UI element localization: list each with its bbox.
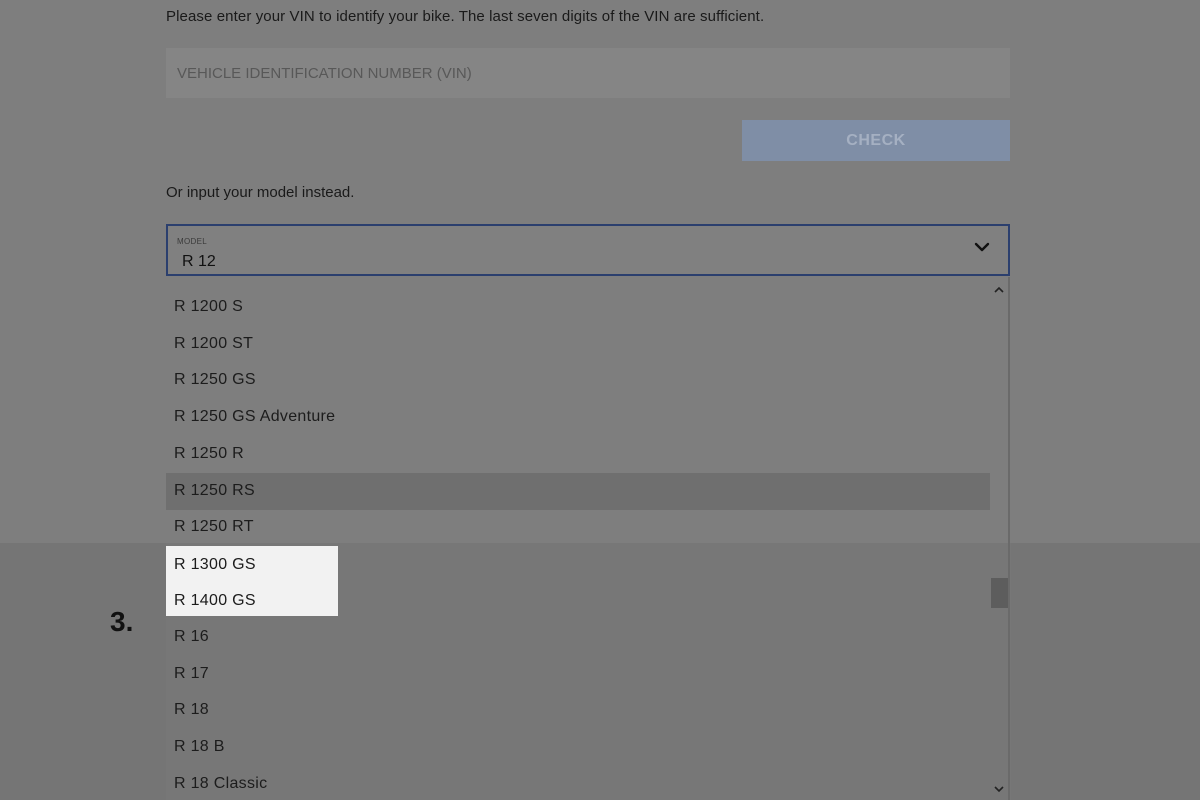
option-item[interactable]: R 1250 RT (166, 509, 990, 546)
option-item-hovered[interactable]: R 1250 RS (166, 473, 990, 510)
step-number: 3. (110, 606, 134, 637)
option-item-highlighted[interactable]: R 1400 GS (174, 583, 256, 619)
option-item[interactable]: R 16 (166, 619, 990, 656)
vin-input[interactable] (166, 48, 1010, 98)
scrollbar-track (1008, 277, 1010, 800)
option-item[interactable]: R 18 B (166, 729, 990, 766)
intro-text: Please enter your VIN to identify your b… (166, 8, 765, 25)
dropdown-scrollbar[interactable] (988, 277, 1011, 800)
model-dropdown-list: R 1200 S R 1200 ST R 1250 GS R 1250 GS A… (166, 277, 1011, 800)
scroll-up-icon[interactable] (991, 283, 1007, 297)
model-label: MODEL (177, 237, 207, 246)
model-select[interactable]: MODEL R 12 (166, 224, 1010, 276)
chevron-down-icon[interactable] (974, 239, 990, 255)
check-button[interactable]: CHECK (742, 120, 1010, 161)
highlighted-options-box: R 1300 GS R 1400 GS (166, 546, 338, 616)
scrollbar-thumb[interactable] (991, 578, 1008, 608)
option-item[interactable]: R 17 (166, 656, 990, 693)
option-item[interactable]: R 18 (166, 692, 990, 729)
option-item[interactable]: R 1200 ST (166, 326, 990, 363)
option-item-highlighted[interactable]: R 1300 GS (174, 547, 256, 583)
option-item[interactable]: R 18 Classic (166, 766, 990, 800)
scroll-down-icon[interactable] (991, 782, 1007, 796)
option-item[interactable]: R 1200 S (166, 289, 990, 326)
option-item[interactable]: R 1250 GS Adventure (166, 399, 990, 436)
option-item[interactable]: R 1250 R (166, 436, 990, 473)
model-value: R 12 (182, 253, 216, 270)
option-item[interactable]: R 1250 GS (166, 362, 990, 399)
or-text: Or input your model instead. (166, 184, 355, 201)
page: Please enter your VIN to identify your b… (0, 0, 1200, 800)
